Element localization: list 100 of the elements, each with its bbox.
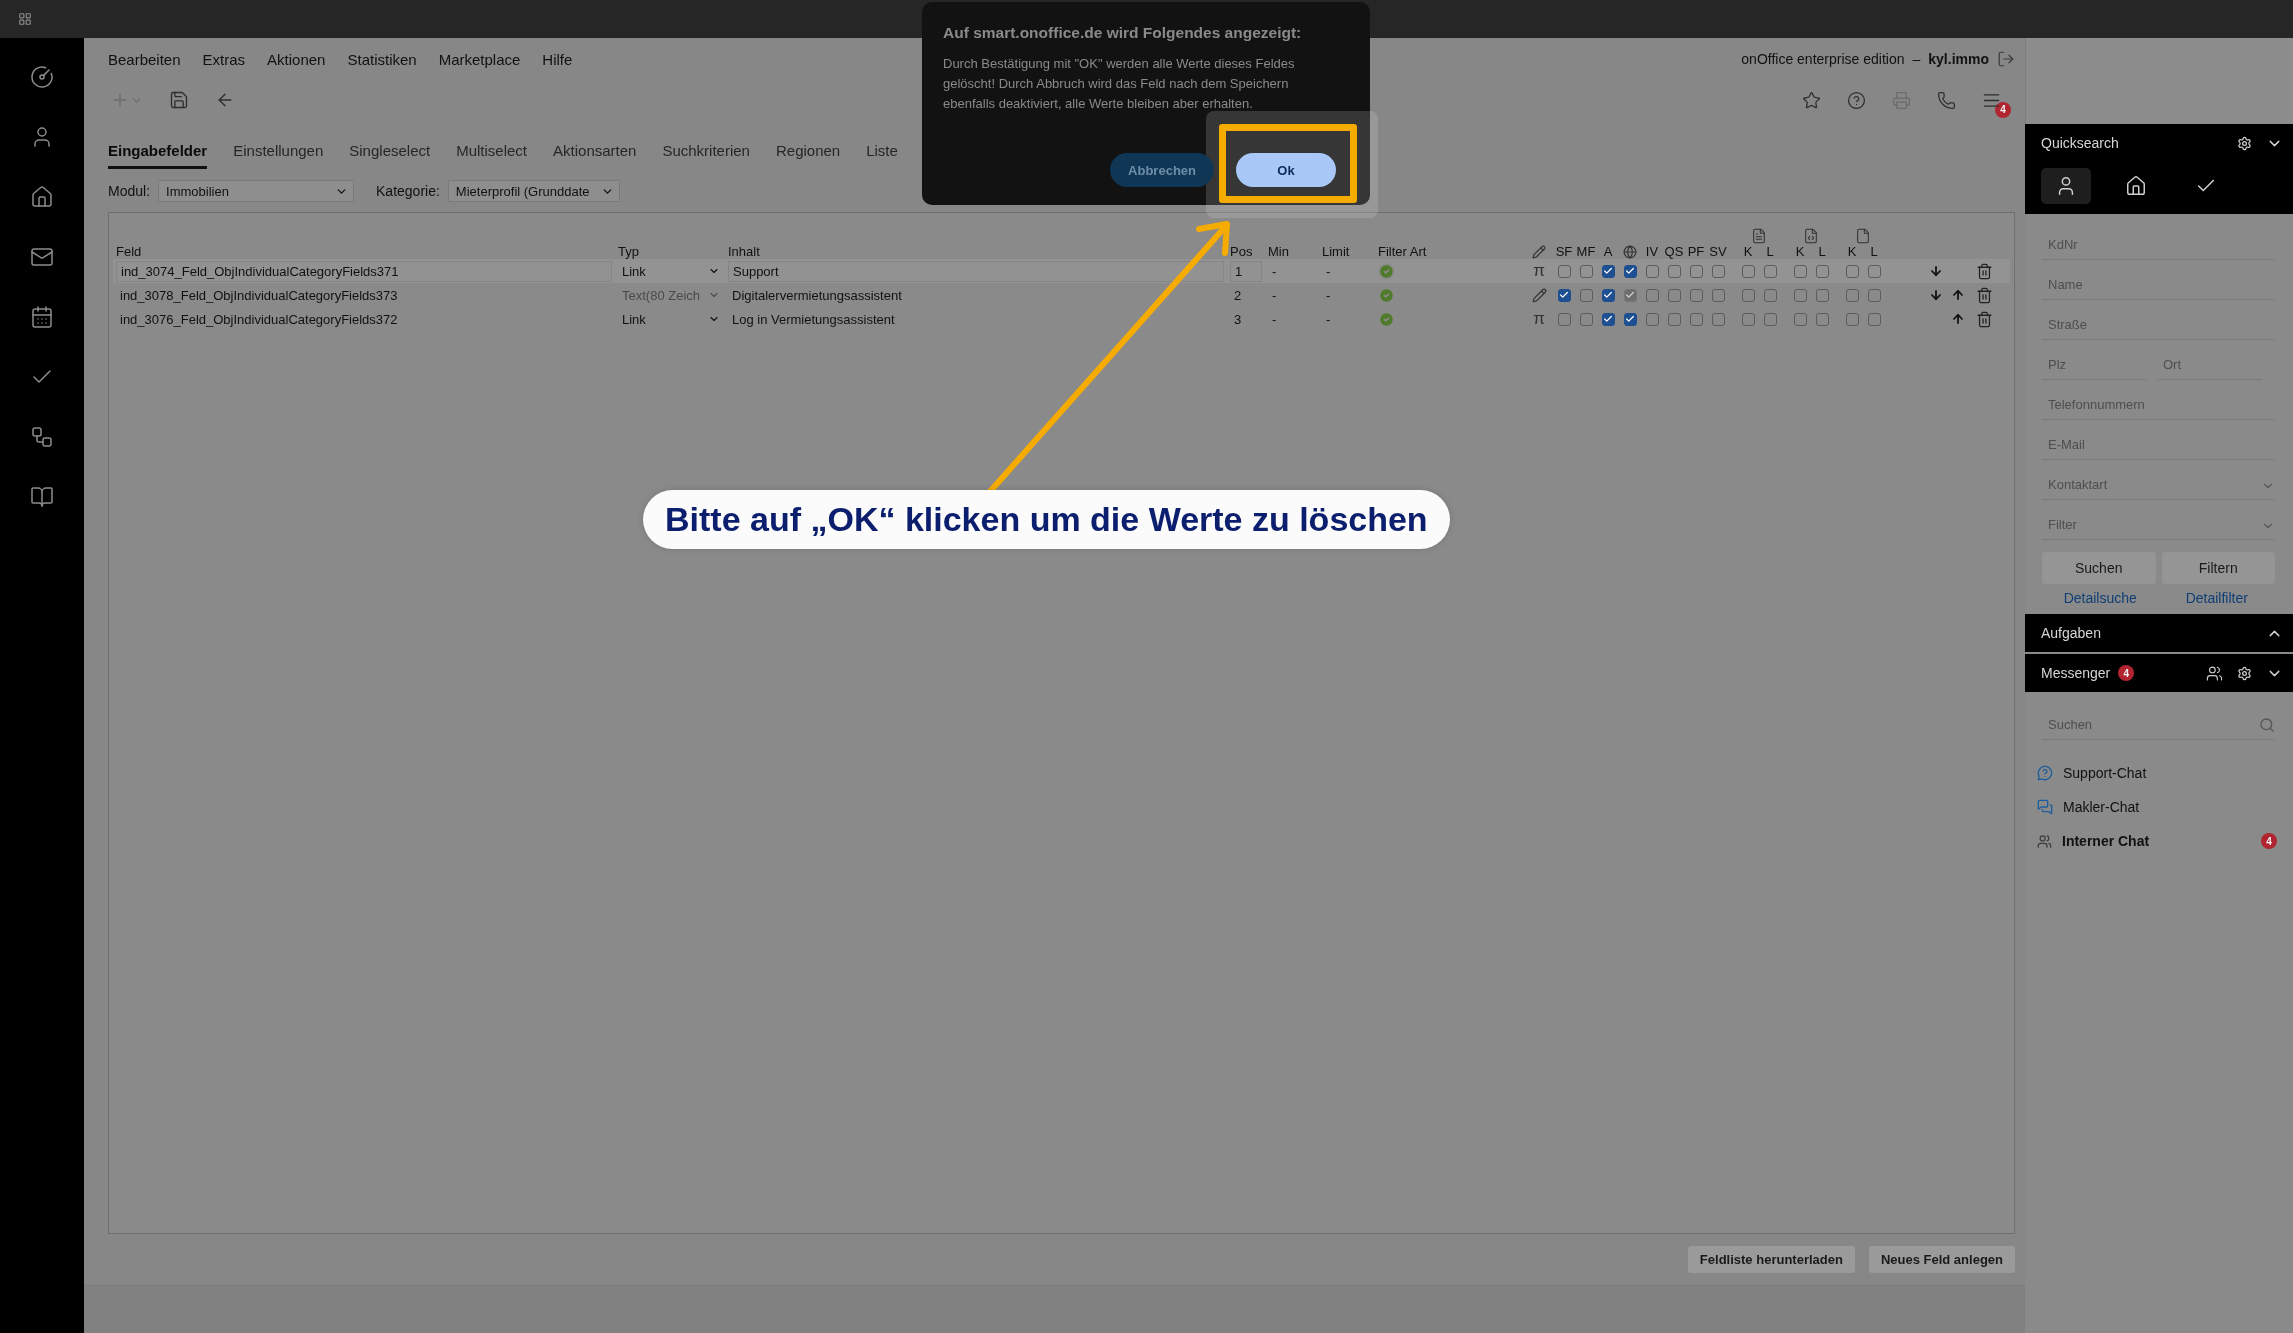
checkbox[interactable] (1601, 288, 1615, 302)
checkbox[interactable] (1845, 264, 1859, 278)
checkbox[interactable] (1645, 312, 1659, 326)
input-field[interactable]: Ort (2163, 355, 2262, 373)
delete-icon[interactable] (1975, 310, 1993, 328)
select-field[interactable]: Mieterprofil (Grunddate (447, 180, 620, 202)
input-field[interactable]: KdNr (2048, 235, 2275, 253)
tab[interactable]: Suchkriterien (662, 142, 750, 169)
type-select[interactable]: Link (618, 308, 722, 330)
tab[interactable]: Multiselect (456, 142, 528, 169)
checkbox[interactable] (1557, 312, 1571, 326)
checkbox[interactable] (1579, 312, 1593, 326)
checkbox[interactable] (1623, 312, 1637, 326)
checkbox[interactable] (1557, 264, 1571, 278)
checkbox[interactable] (1793, 288, 1807, 302)
checkbox[interactable] (1689, 264, 1703, 278)
formula-symbol[interactable]: π (1533, 309, 1545, 329)
app-grid-icon[interactable] (18, 12, 32, 26)
search-button[interactable]: Filtern (2161, 552, 2275, 584)
tab[interactable]: Aktionsarten (553, 142, 637, 169)
checkbox[interactable] (1667, 312, 1681, 326)
chat-item[interactable]: Interner Chat 4 (2037, 828, 2281, 854)
search-field[interactable]: Suchen (2048, 715, 2259, 733)
checkbox[interactable] (1689, 288, 1703, 302)
checkbox[interactable] (1711, 288, 1725, 302)
checkbox[interactable] (1711, 264, 1725, 278)
checkbox[interactable] (1667, 264, 1681, 278)
checkbox[interactable] (1845, 312, 1859, 326)
detail-link[interactable]: Detailfilter (2158, 590, 2275, 606)
checkbox[interactable] (1763, 264, 1777, 278)
delete-icon[interactable] (1975, 286, 1993, 304)
settings-icon[interactable] (2237, 665, 2252, 681)
checkbox[interactable] (1815, 264, 1829, 278)
checkbox[interactable] (1689, 312, 1703, 326)
panel-header[interactable]: Messenger 4 (2025, 654, 2293, 692)
people-icon[interactable] (2206, 664, 2223, 682)
footer-button[interactable]: Feldliste herunterladen (1687, 1246, 1855, 1273)
checkbox[interactable] (1815, 312, 1829, 326)
select-field[interactable]: Kontaktart (2048, 475, 2261, 493)
select-field[interactable]: Filter (2048, 515, 2261, 533)
checkbox[interactable] (1645, 288, 1659, 302)
checkbox[interactable] (1601, 312, 1615, 326)
search-icon[interactable] (2259, 717, 2275, 733)
settings-icon[interactable] (2237, 135, 2252, 151)
dialog-button[interactable]: Ok (1236, 153, 1336, 187)
checkbox[interactable] (1763, 288, 1777, 302)
move-down-icon[interactable] (1929, 264, 1943, 278)
checkbox[interactable] (1579, 264, 1593, 278)
checkbox[interactable] (1867, 264, 1881, 278)
checkbox[interactable] (1741, 264, 1755, 278)
formula-symbol[interactable]: π (1533, 261, 1545, 281)
tab[interactable]: Einstellungen (233, 142, 324, 169)
checkbox[interactable] (1867, 288, 1881, 302)
checkbox[interactable] (1645, 264, 1659, 278)
move-down-icon[interactable] (1929, 288, 1943, 302)
search-button[interactable]: Suchen (2042, 552, 2156, 584)
menu-item[interactable]: Marketplace (438, 50, 521, 68)
delete-icon[interactable] (1975, 262, 1993, 280)
tab[interactable]: Eingabefelder (108, 142, 208, 169)
pencil-icon[interactable] (1531, 287, 1547, 303)
input-field[interactable]: Telefonnummern (2048, 395, 2275, 413)
checkbox[interactable] (1557, 288, 1571, 302)
checkbox[interactable] (1815, 288, 1829, 302)
checkbox[interactable] (1741, 288, 1755, 302)
checkbox[interactable] (1623, 264, 1637, 278)
checkbox[interactable] (1763, 312, 1777, 326)
select-field[interactable]: Immobilien (158, 180, 355, 202)
dialog-button[interactable]: Abbrechen (1110, 153, 1214, 187)
panel-header[interactable]: Quicksearch (2025, 124, 2293, 162)
input-field[interactable]: Name (2048, 275, 2275, 293)
type-select[interactable]: Link (618, 260, 722, 282)
table-row[interactable]: ind_3074_Feld_ObjIndividualCategoryFields371 Link Support 1 - - π (113, 259, 2010, 283)
panel-header[interactable]: Aufgaben (2025, 614, 2293, 652)
checkbox[interactable] (1667, 288, 1681, 302)
input-field[interactable]: E-Mail (2048, 435, 2275, 453)
input-field[interactable]: Straße (2048, 315, 2275, 333)
footer-button[interactable]: Neues Feld anlegen (1868, 1246, 2015, 1273)
checkbox[interactable] (1711, 312, 1725, 326)
menu-item[interactable]: Aktionen (267, 50, 326, 68)
checkbox[interactable] (1845, 288, 1859, 302)
menu-item[interactable]: Statistiken (347, 50, 417, 68)
checkbox[interactable] (1579, 288, 1593, 302)
menu-item[interactable]: Hilfe (542, 50, 573, 68)
checkbox[interactable] (1793, 312, 1807, 326)
tab[interactable]: Liste (866, 142, 898, 169)
checkbox[interactable] (1741, 312, 1755, 326)
checkbox[interactable] (1793, 264, 1807, 278)
move-up-icon[interactable] (1951, 288, 1965, 302)
menu-item[interactable]: Extras (202, 50, 246, 68)
tab[interactable]: Regionen (775, 142, 841, 169)
chat-item[interactable]: Makler-Chat (2037, 794, 2281, 820)
detail-link[interactable]: Detailsuche (2042, 590, 2159, 606)
input-field[interactable]: Plz (2048, 355, 2147, 373)
menu-item[interactable]: Bearbeiten (108, 50, 181, 68)
checkbox[interactable] (1867, 312, 1881, 326)
person-icon[interactable] (2041, 168, 2091, 204)
tab[interactable]: Singleselect (349, 142, 431, 169)
logout-icon[interactable] (1997, 50, 2015, 68)
checkbox[interactable] (1601, 264, 1615, 278)
move-up-icon[interactable] (1951, 312, 1965, 326)
